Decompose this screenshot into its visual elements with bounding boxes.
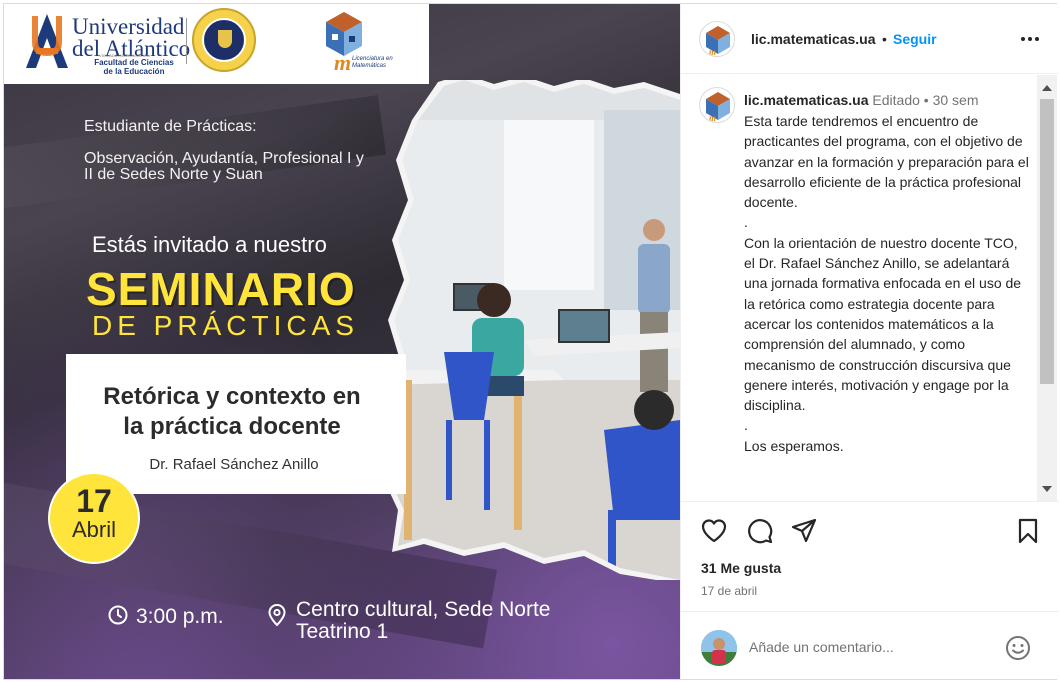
date-badge: 17 Abril xyxy=(48,472,140,564)
university-name-line1: Universidad xyxy=(72,14,185,39)
comment-bar xyxy=(681,611,1059,679)
svg-text:m: m xyxy=(709,113,716,123)
seal-inner xyxy=(202,18,246,62)
date-month: Abril xyxy=(71,517,116,542)
comment-icon[interactable] xyxy=(747,518,773,544)
header-separator: • xyxy=(882,31,887,47)
post-time-ago[interactable]: 30 sem xyxy=(933,92,979,108)
share-icon[interactable] xyxy=(791,518,817,544)
comment-input[interactable] xyxy=(749,636,989,658)
more-options-icon[interactable] xyxy=(1019,30,1041,48)
event-time: 3:00 p.m. xyxy=(136,605,224,628)
venue-line2: Teatrino 1 xyxy=(296,620,389,643)
event-venue: Centro cultural, Sede Norte Teatrino 1 xyxy=(296,599,550,643)
date-day: 17 xyxy=(76,483,112,519)
practice-types-line2: II de Sedes Norte y Suan xyxy=(84,166,263,183)
speaker-name: Dr. Rafael Sánchez Anillo xyxy=(149,456,319,473)
clock-icon xyxy=(108,605,128,625)
post-actions: 31 Me gusta 17 de abril xyxy=(681,501,1059,611)
caption-paragraph: Esta tarde tendremos el encuentro de pra… xyxy=(744,113,1029,211)
post-viewer: Universidad del Atlántico VIGILADA MINED… xyxy=(3,3,1059,680)
follow-button[interactable]: Seguir xyxy=(893,31,937,47)
author-username[interactable]: lic.matematicas.ua xyxy=(751,31,876,47)
topic-line2: la práctica docente xyxy=(123,413,341,440)
venue-line1: Centro cultural, Sede Norte xyxy=(296,598,551,621)
location-pin-icon xyxy=(268,604,286,626)
caption-paragraph: Con la orientación de nuestro docente TC… xyxy=(744,234,1022,414)
caption-area[interactable]: m lic.matematicas.ua Editado • 30 sem Es… xyxy=(681,75,1059,501)
faculty-line1: Facultad de Ciencias xyxy=(94,58,174,67)
caption-username[interactable]: lic.matematicas.ua xyxy=(744,92,869,108)
caption-separator-dot: . xyxy=(744,417,748,434)
scroll-up-arrow-icon[interactable] xyxy=(1042,85,1052,91)
logo-bar: Universidad del Atlántico VIGILADA MINED… xyxy=(4,4,429,84)
scrollbar-thumb[interactable] xyxy=(1040,99,1054,384)
post-header: m lic.matematicas.ua • Seguir xyxy=(681,4,1059,74)
author-avatar[interactable]: m xyxy=(699,21,735,57)
seminar-title: SEMINARIO xyxy=(86,263,356,315)
heart-icon[interactable] xyxy=(701,518,727,544)
university-logo xyxy=(26,14,68,68)
shield-icon xyxy=(218,30,232,48)
emoji-icon[interactable] xyxy=(1005,635,1031,661)
topic-title: Retórica y contexto en la práctica docen… xyxy=(74,382,390,442)
edited-label: Editado xyxy=(872,92,920,108)
cube-avatar-icon: m xyxy=(706,26,730,57)
invite-text: Estás invitado a nuestro xyxy=(92,232,327,257)
faculty-line2: de la Educación xyxy=(103,67,165,76)
topic-line1: Retórica y contexto en xyxy=(103,383,361,410)
bookmark-icon[interactable] xyxy=(1015,518,1041,544)
caption-text: Esta tarde tendremos el encuentro de pra… xyxy=(744,111,1032,456)
post-date[interactable]: 17 de abril xyxy=(701,584,757,598)
likes-count[interactable]: 31 Me gusta xyxy=(701,560,781,576)
viewer-avatar[interactable] xyxy=(701,630,737,666)
caption-meta: lic.matematicas.ua Editado • 30 sem xyxy=(744,92,979,108)
viewer-photo xyxy=(701,630,737,666)
program-logo: m Licenciatura en Matemáticas xyxy=(334,50,394,76)
classroom-photo xyxy=(384,80,680,580)
student-label: Estudiante de Prácticas: xyxy=(84,118,257,135)
caption-author-avatar[interactable]: m xyxy=(699,87,735,123)
topic-card: Retórica y contexto en la práctica docen… xyxy=(66,354,406,494)
logo-divider xyxy=(186,18,187,64)
post-image[interactable]: Universidad del Atlántico VIGILADA MINED… xyxy=(4,4,680,679)
faculty-name: Facultad de Ciencias de la Educación xyxy=(84,58,184,76)
program-logo-letter: m xyxy=(334,50,352,75)
cube-avatar-icon: m xyxy=(706,92,730,123)
scroll-down-arrow-icon[interactable] xyxy=(1042,486,1052,492)
seminar-subtitle: DE PRÁCTICAS xyxy=(92,310,359,341)
svg-text:m: m xyxy=(709,47,716,57)
caption-paragraph: Los esperamos. xyxy=(744,437,844,454)
caption-scrollbar[interactable] xyxy=(1037,75,1057,501)
meta-separator: • xyxy=(923,92,929,108)
program-logo-text: Licenciatura en Matemáticas xyxy=(352,56,393,69)
post-panel: m lic.matematicas.ua • Seguir m lic.mate… xyxy=(680,4,1059,679)
caption-separator-dot: . xyxy=(744,214,748,231)
institution-seal xyxy=(192,8,256,72)
